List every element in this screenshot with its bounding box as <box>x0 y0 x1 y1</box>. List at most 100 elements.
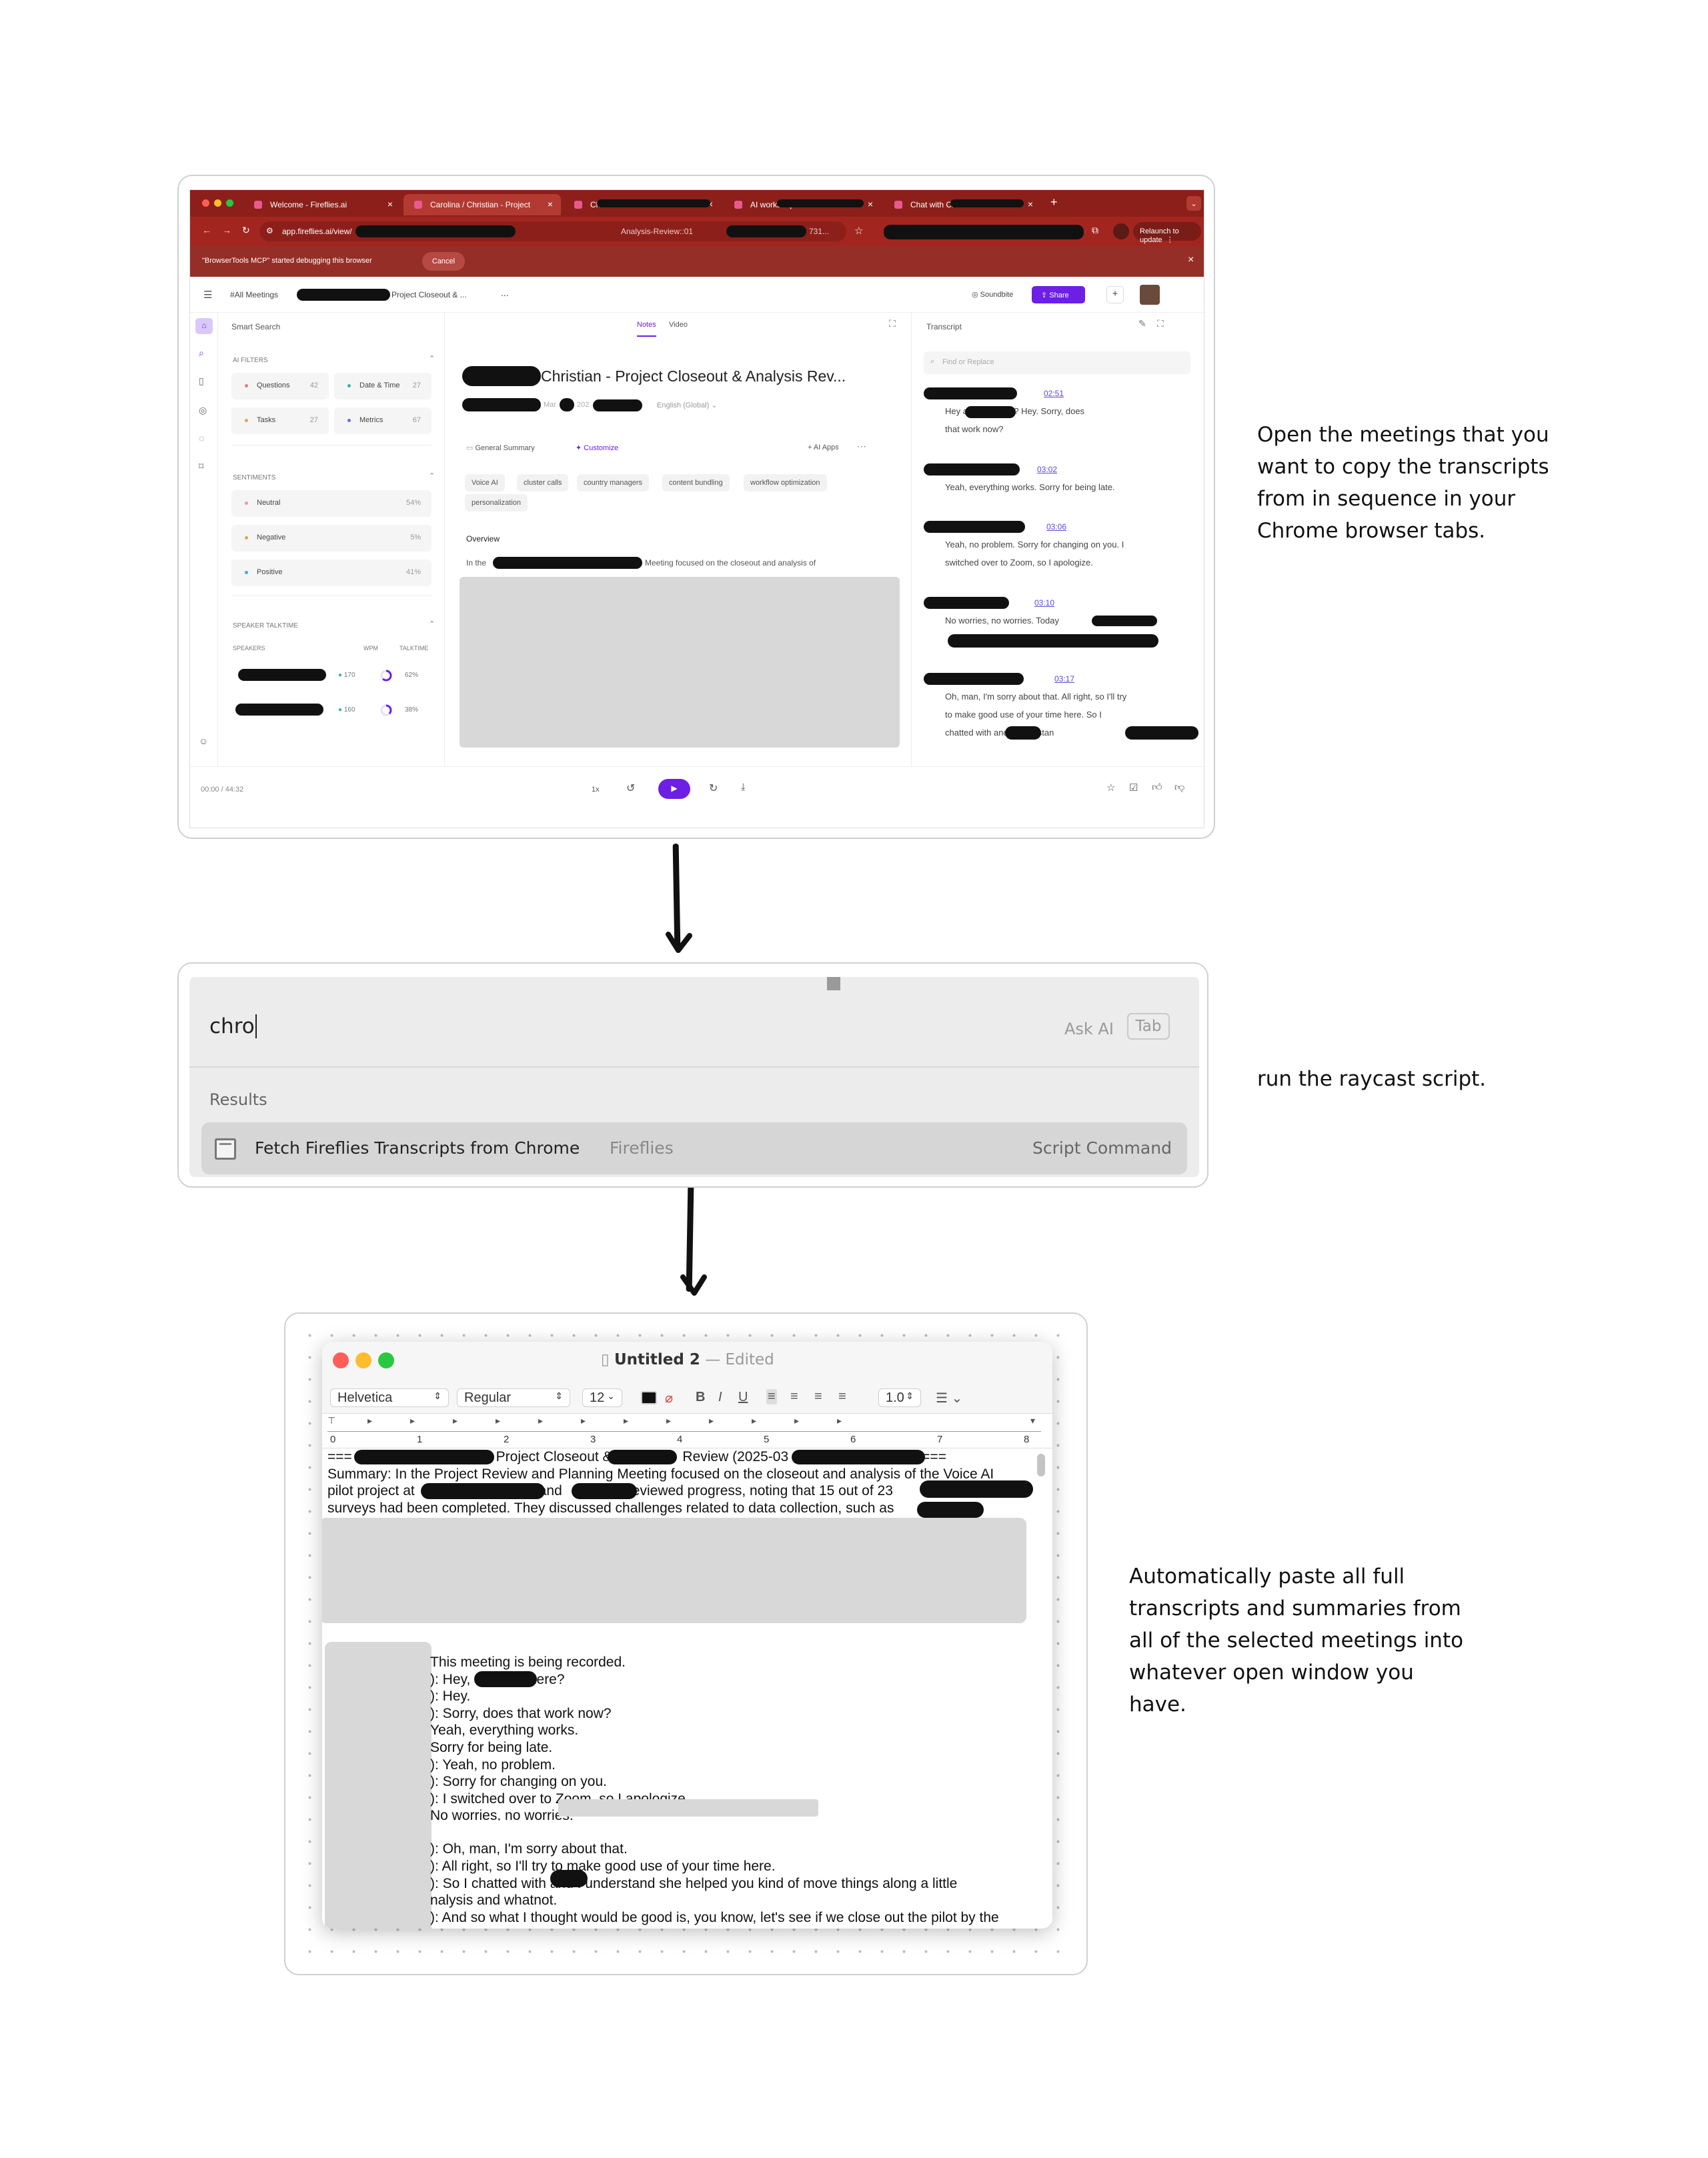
star-icon[interactable]: ☆ <box>1106 782 1115 794</box>
collapse-icon[interactable]: ⌃ <box>429 471 435 480</box>
more-options-icon[interactable]: ... <box>501 287 509 298</box>
download-icon[interactable]: ⤓ <box>741 782 746 793</box>
tab-search-icon[interactable]: ⌄ <box>1186 196 1201 211</box>
tab-video[interactable]: Video <box>669 321 688 329</box>
share-button[interactable]: ⇪ Share <box>1032 286 1085 303</box>
more-options-icon[interactable]: ⋯ <box>857 441 866 452</box>
rewind-icon[interactable]: ↺ <box>626 782 635 795</box>
tab-project-closeout[interactable]: Carolina / Christian - Project × <box>403 194 561 215</box>
site-info-icon[interactable]: ⚙ <box>266 226 273 235</box>
sentiment-positive[interactable]: Positive 41% <box>231 560 432 586</box>
filter-date-time[interactable]: Date & Time 27 <box>334 373 432 399</box>
find-replace-input[interactable]: ⌕ Find or Replace <box>924 351 1190 374</box>
sentiment-negative[interactable]: Negative 5% <box>231 525 432 552</box>
tab-welcome[interactable]: Welcome - Fireflies.ai × <box>243 194 401 215</box>
highlight-color-icon[interactable]: ⌀ <box>665 1390 673 1406</box>
keyword-chip[interactable]: cluster calls <box>517 474 569 491</box>
language-select[interactable]: English (Global) ⌄ <box>657 401 718 409</box>
result-item[interactable]: Fetch Fireflies Transcripts from Chrome … <box>201 1122 1187 1174</box>
close-tab-icon[interactable]: × <box>387 199 393 209</box>
close-infobar-icon[interactable]: × <box>1188 254 1194 266</box>
keyword-chip[interactable]: country managers <box>577 474 650 491</box>
close-window-button[interactable] <box>333 1352 349 1368</box>
keyword-chip[interactable]: workflow optimization <box>744 474 827 491</box>
checklist-icon[interactable]: ☑ <box>1129 782 1138 794</box>
timestamp-link[interactable]: 03:06 <box>1046 522 1066 531</box>
timestamp-link[interactable]: 02:51 <box>1044 389 1064 398</box>
search-icon[interactable]: ⌕ <box>199 347 204 359</box>
align-left-icon[interactable]: ≡ <box>766 1389 777 1404</box>
keyword-chip[interactable]: content bundling <box>662 474 730 491</box>
filter-tasks[interactable]: Tasks 27 <box>231 407 329 434</box>
italic-button[interactable]: I <box>718 1390 722 1405</box>
scrollbar-thumb[interactable] <box>1037 1454 1045 1476</box>
timestamp-link[interactable]: 03:10 <box>1034 598 1054 608</box>
align-center-icon[interactable]: ≡ <box>790 1389 798 1404</box>
soundbite-button[interactable]: ◎ Soundbite <box>972 290 1013 299</box>
thumbs-down-icon[interactable]: 👎︎ <box>1174 782 1184 794</box>
text-color-well[interactable] <box>641 1391 657 1404</box>
line-spacing-select[interactable]: 1.0 ⇕ <box>878 1388 921 1407</box>
target-icon[interactable]: ◎ <box>199 405 207 416</box>
forward-icon[interactable]: ↻ <box>709 782 718 795</box>
menu-icon[interactable]: ☰ <box>203 289 212 301</box>
zoom-window-button[interactable] <box>226 199 233 207</box>
customize-button[interactable]: ✦ Customize <box>576 443 618 452</box>
new-tab-icon[interactable]: + <box>1050 195 1058 209</box>
bold-button[interactable]: B <box>696 1390 705 1405</box>
timestamp-link[interactable]: 03:02 <box>1037 465 1057 474</box>
user-avatar[interactable] <box>1140 285 1160 305</box>
tab-notes[interactable]: Notes <box>637 321 656 337</box>
chat-icon[interactable]: ◌ <box>199 433 204 443</box>
collapse-icon[interactable]: ⌃ <box>429 620 435 628</box>
filter-questions[interactable]: Questions 42 <box>231 373 329 399</box>
timestamp-link[interactable]: 03:17 <box>1054 674 1074 684</box>
filter-metrics[interactable]: Metrics 67 <box>334 407 432 434</box>
edit-icon[interactable]: ✎ <box>1138 318 1146 329</box>
relaunch-button[interactable]: Relaunch to update ⋮ <box>1133 222 1201 244</box>
cancel-debug-button[interactable]: Cancel <box>422 252 465 271</box>
add-icon[interactable]: + <box>1106 286 1124 303</box>
close-tab-icon[interactable]: × <box>548 199 553 209</box>
home-icon[interactable]: ⌂ <box>195 318 213 334</box>
zoom-window-button[interactable] <box>378 1352 394 1368</box>
collapse-icon[interactable]: ⌃ <box>429 354 435 363</box>
minimize-window-button[interactable] <box>355 1352 371 1368</box>
extensions-icon[interactable]: ⧉ <box>1092 225 1098 236</box>
book-icon[interactable]: ▯ <box>199 375 204 387</box>
minimize-window-button[interactable] <box>214 199 221 207</box>
expand-icon[interactable]: ⛶ <box>889 318 896 329</box>
close-window-button[interactable] <box>202 199 209 207</box>
close-tab-icon[interactable]: × <box>868 199 873 209</box>
bookmark-star-icon[interactable]: ☆ <box>854 225 863 237</box>
tab-stops[interactable]: ⊤ ▸ ▸ ▸ ▸ ▸ ▸ ▸ ▸ ▸ ▸ ▸ ▸ ▾ <box>327 1415 1041 1431</box>
list-icon[interactable]: ☰ ⌄ <box>936 1390 962 1406</box>
speaker-row[interactable]: ● 160 38% <box>231 698 432 725</box>
keyword-chip[interactable]: personalization <box>465 494 528 511</box>
smiley-icon[interactable]: ☺ <box>199 736 208 746</box>
play-button[interactable]: ▶ <box>658 779 690 799</box>
document-body[interactable]: === Project Closeout & Review (2025-03 ==… <box>322 1448 1052 1929</box>
sentiment-neutral[interactable]: Neutral 54% <box>231 490 432 517</box>
expand-icon[interactable]: ⛶ <box>1157 318 1164 329</box>
speed-button[interactable]: 1x <box>592 786 600 794</box>
ai-apps-button[interactable]: + AI Apps <box>808 443 839 451</box>
forward-icon[interactable]: → <box>222 225 231 235</box>
thumbs-up-icon[interactable]: 👍︎ <box>1152 782 1162 794</box>
bookmark-icon[interactable]: ⌑ <box>199 461 203 472</box>
justify-icon[interactable]: ≡ <box>838 1389 846 1404</box>
address-field[interactable]: ⚙ app.fireflies.ai/view/ Analysis-Review… <box>259 221 846 241</box>
font-style-select[interactable]: Regular ⇕ <box>457 1388 570 1407</box>
font-family-select[interactable]: Helvetica ⇕ <box>330 1388 449 1407</box>
general-summary-button[interactable]: ▭ General Summary <box>466 443 535 452</box>
speaker-row[interactable]: ● 170 62% <box>231 664 432 690</box>
reload-icon[interactable]: ↻ <box>242 225 250 236</box>
back-icon[interactable]: ← <box>202 225 211 235</box>
font-size-select[interactable]: 12 ⌄ <box>582 1388 622 1407</box>
align-right-icon[interactable]: ≡ <box>814 1389 822 1404</box>
profile-avatar[interactable] <box>1113 223 1129 239</box>
breadcrumb-all-meetings[interactable]: #All Meetings <box>230 290 278 299</box>
ask-ai-label[interactable]: Ask AI <box>1064 1020 1114 1038</box>
breadcrumb-title[interactable]: Project Closeout & ... <box>391 290 467 299</box>
raycast-search-input[interactable]: chro <box>209 1014 257 1038</box>
